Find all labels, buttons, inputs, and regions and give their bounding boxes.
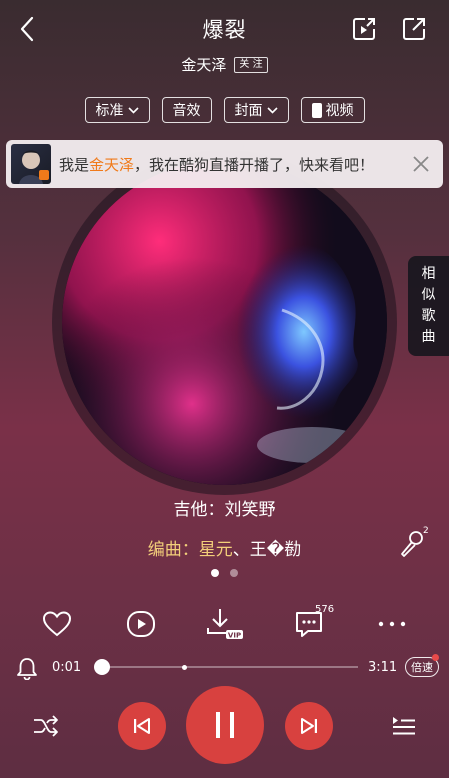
video-toggle-icon [311, 102, 322, 118]
download-button[interactable]: VIP [205, 604, 245, 644]
mv-button[interactable] [121, 604, 161, 644]
like-button[interactable] [37, 604, 77, 644]
chevron-down-icon [127, 106, 139, 114]
vip-badge: VIP [228, 632, 241, 640]
share-button[interactable] [398, 13, 430, 45]
playlist-icon [393, 717, 415, 735]
lyric-label: 编曲： [147, 540, 199, 560]
similar-songs-char: 似 [421, 287, 436, 303]
album-cover-art [62, 160, 387, 485]
banner-close-button[interactable] [403, 146, 439, 182]
more-button[interactable] [372, 604, 412, 644]
video-chip[interactable]: 视频 [300, 97, 365, 123]
comment-count: 576 [315, 604, 335, 615]
more-icon [378, 621, 406, 627]
page-dot-active [211, 569, 219, 577]
quality-chip-label: 标准 [95, 103, 124, 119]
live-banner[interactable]: 我是金天泽，我在酷狗直播开播了，快来看吧！ [6, 140, 443, 188]
share-video-button[interactable] [348, 13, 380, 45]
similar-songs-char: 曲 [421, 329, 436, 345]
karaoke-button[interactable]: 2 [396, 524, 432, 560]
sleep-timer-button[interactable] [14, 655, 40, 681]
bell-icon [17, 658, 37, 680]
progress-track[interactable] [100, 666, 358, 668]
download-icon: VIP [207, 609, 243, 640]
microphone-icon: 2 [401, 526, 429, 557]
sound-effect-chip[interactable]: 音效 [161, 97, 212, 123]
share-icon [403, 18, 425, 40]
artist-row: 金天泽 关 注 [0, 54, 449, 75]
previous-button[interactable] [118, 702, 166, 750]
sound-effect-chip-label: 音效 [172, 103, 201, 119]
previous-icon [134, 718, 150, 734]
banner-highlight: 金天泽 [89, 155, 135, 174]
lyric-lead: 星元 [198, 540, 233, 560]
banner-text-prefix: 我是 [59, 155, 90, 174]
banner-text-suffix: ，我在酷狗直播开播了，快来看吧！ [134, 155, 375, 174]
similar-songs-char: 歌 [421, 308, 436, 324]
action-bar: VIP [0, 604, 449, 644]
cover-chip-label: 封面 [234, 103, 263, 119]
artist-name[interactable]: 金天泽 [181, 54, 226, 75]
shuffle-icon [34, 715, 58, 737]
play-mode-button[interactable] [28, 708, 64, 744]
option-chips: 标准 音效 封面 视频 [0, 97, 449, 123]
playlist-button[interactable] [386, 708, 422, 744]
video-chip-label: 视频 [325, 103, 354, 119]
similar-songs-char: 相 [421, 266, 436, 282]
buffer-marker [182, 665, 187, 670]
next-button[interactable] [285, 702, 333, 750]
follow-button[interactable]: 关 注 [234, 56, 268, 73]
quality-chip[interactable]: 标准 [84, 97, 150, 123]
cover-chip[interactable]: 封面 [223, 97, 289, 123]
elapsed-time: 0:01 [52, 660, 82, 675]
pause-button[interactable] [186, 686, 264, 764]
album-cover[interactable] [62, 160, 387, 485]
song-title: 爆裂 [202, 18, 247, 42]
page-dot [230, 569, 238, 577]
chevron-down-icon [266, 106, 278, 114]
play-circle-icon [127, 611, 155, 637]
page-indicator [0, 569, 449, 577]
lyric-line: 吉他：刘笑野 [173, 500, 276, 520]
similar-songs-tab[interactable]: 相 似 歌 曲 [408, 256, 449, 356]
share-video-icon [353, 18, 375, 40]
total-time: 3:11 [368, 660, 398, 675]
next-icon [301, 718, 317, 734]
lyric-line-current: 编曲：星元、王�勌 [0, 535, 449, 560]
pause-icon [216, 712, 234, 738]
lyric-rest: 、王�勌 [232, 540, 302, 560]
banner-avatar [11, 144, 51, 184]
mic-badge: 2 [423, 526, 429, 536]
heart-icon [42, 611, 72, 637]
close-icon [413, 156, 429, 172]
banner-message: 我是金天泽，我在酷狗直播开播了，快来看吧！ [59, 154, 403, 175]
speed-badge-dot [432, 654, 439, 661]
progress-thumb[interactable] [94, 659, 111, 675]
